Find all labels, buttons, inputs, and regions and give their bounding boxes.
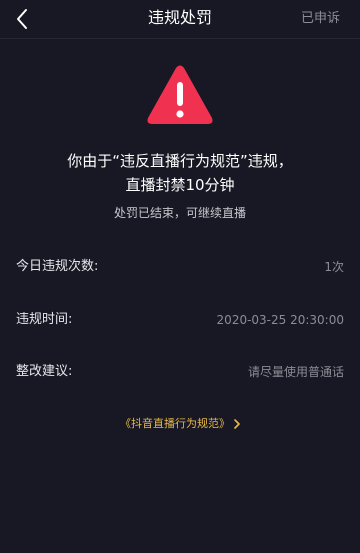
appeal-status-link[interactable]: 已申诉 [301, 10, 340, 28]
rules-link[interactable]: 《抖音直播行为规范》 [0, 415, 360, 433]
violation-count-row: 今日违规次数: 1次 [16, 257, 344, 277]
warning-triangle-icon [147, 65, 213, 124]
chevron-right-icon [234, 419, 240, 429]
violation-time-label: 违规时间: [16, 312, 73, 327]
penalty-message: 直播封禁10分钟 [125, 176, 235, 194]
suggestion-label: 整改建议: [16, 364, 73, 379]
violation-count-label: 今日违规次数: [16, 259, 99, 274]
violation-count-value: 1次 [324, 260, 344, 274]
rules-link-label: 《抖音直播行为规范》 [120, 417, 230, 430]
violation-time-value: 2020-03-25 20:30:00 [216, 313, 344, 327]
violation-time-row: 违规时间: 2020-03-25 20:30:00 [16, 310, 344, 330]
suggestion-value: 请尽量使用普通话 [247, 365, 344, 379]
suggestion-row: 整改建议: 请尽量使用普通话 [16, 362, 344, 382]
penalty-status-text: 处罚已结束，可继续直播 [113, 206, 246, 220]
violation-message: 你由于“违反直播行为规范”违规， [67, 152, 293, 170]
top-bar: 违规处罚 已申诉 [0, 0, 360, 39]
